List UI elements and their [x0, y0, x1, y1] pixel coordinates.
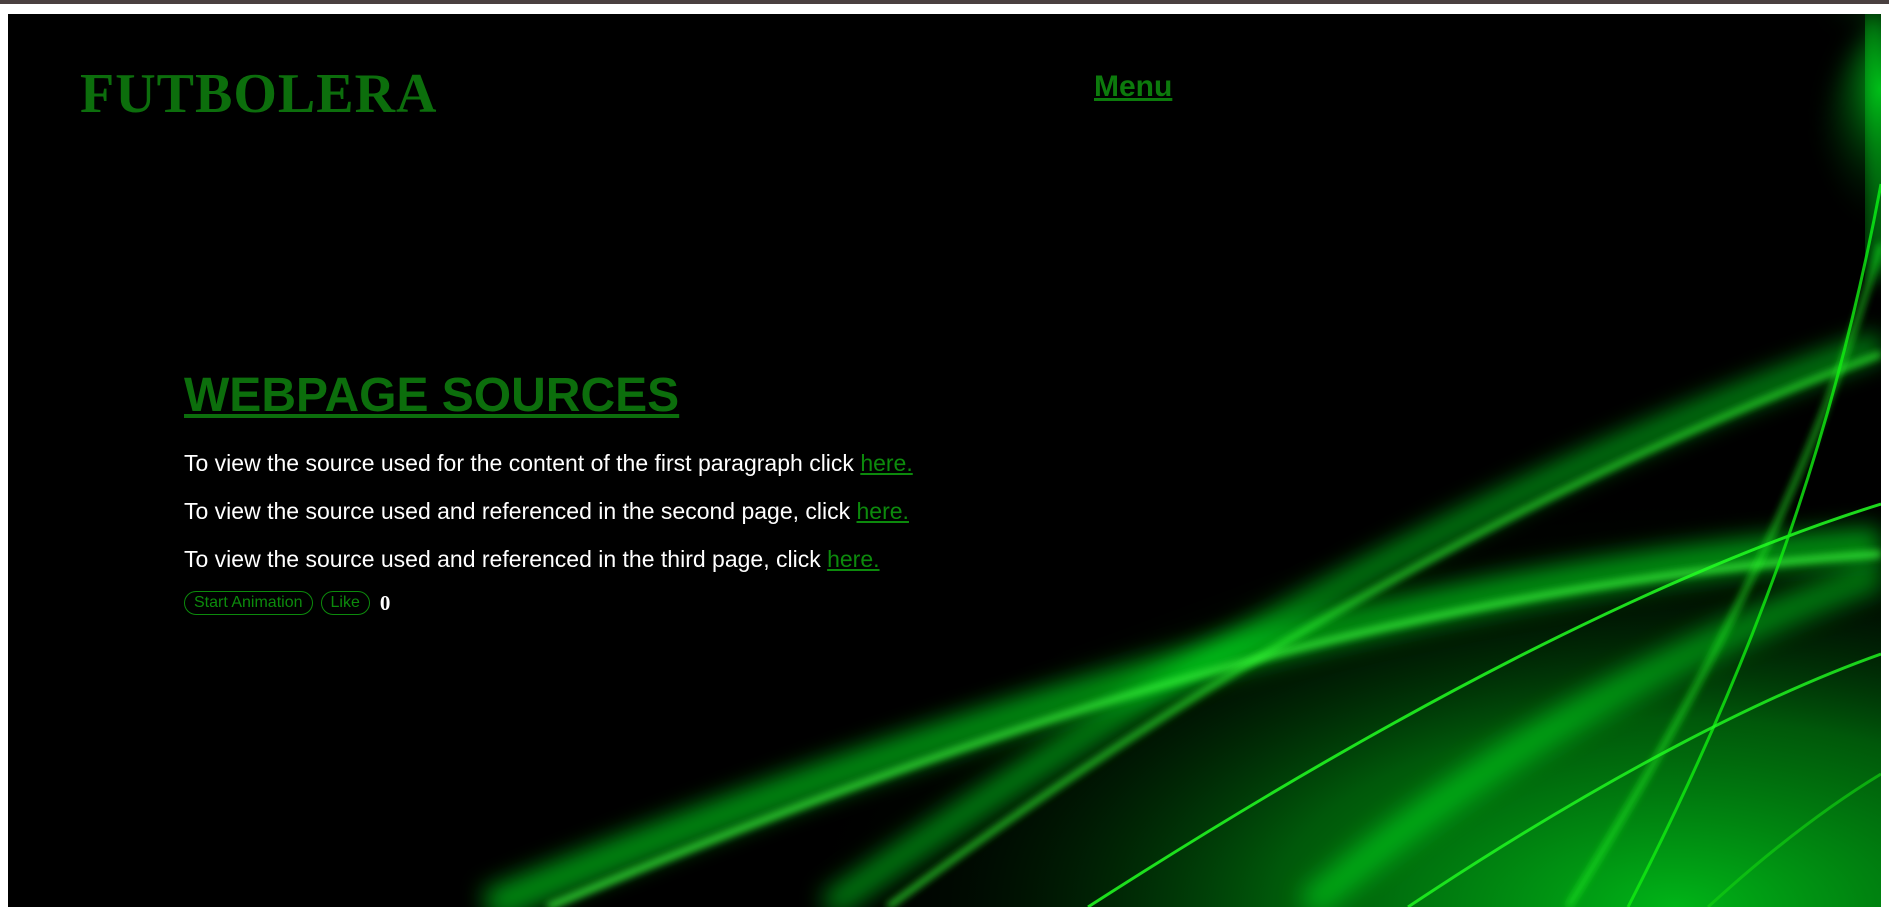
source-link-1[interactable]: here.	[860, 450, 912, 476]
menu-link[interactable]: Menu	[1094, 70, 1172, 104]
page-container: FUTBOLERA Menu WEBPAGE SOURCES To view t…	[8, 14, 1881, 907]
main-content: WEBPAGE SOURCES To view the source used …	[184, 369, 1184, 616]
browser-top-gap	[0, 4, 1889, 14]
source-text-2: To view the source used and referenced i…	[184, 497, 857, 524]
site-title: FUTBOLERA	[80, 63, 438, 125]
page-heading[interactable]: WEBPAGE SOURCES	[184, 369, 1184, 423]
like-count: 0	[379, 590, 391, 615]
source-paragraph-2: To view the source used and referenced i…	[184, 497, 1184, 525]
button-row: Start Animation Like 0	[184, 591, 1184, 616]
start-animation-button[interactable]: Start Animation	[184, 591, 313, 616]
source-text-3: To view the source used and referenced i…	[184, 545, 828, 572]
source-link-3[interactable]: here.	[827, 546, 879, 572]
source-text-1: To view the source used for the content …	[184, 449, 861, 476]
source-paragraph-1: To view the source used for the content …	[184, 449, 1184, 477]
source-link-2[interactable]: here.	[857, 498, 909, 524]
source-paragraph-3: To view the source used and referenced i…	[184, 545, 1184, 573]
like-button[interactable]: Like	[320, 591, 370, 616]
